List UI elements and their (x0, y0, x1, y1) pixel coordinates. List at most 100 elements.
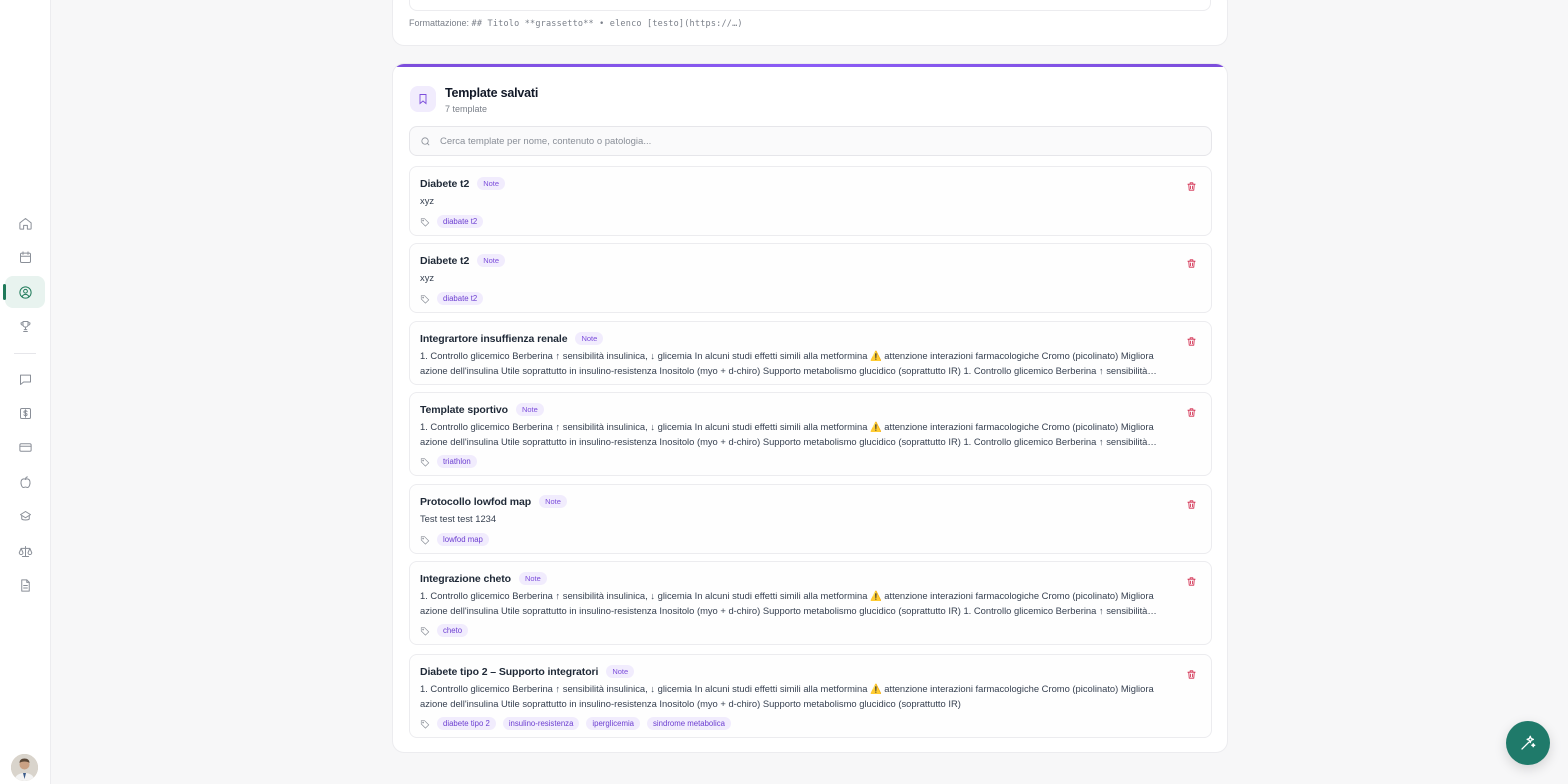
template-title: Integrartore insuffienza renale (420, 332, 568, 345)
sidebar-item-documents[interactable] (5, 569, 45, 601)
delete-template-button[interactable] (1184, 497, 1198, 511)
template-tag[interactable]: cheto (437, 624, 469, 637)
ai-assistant-button[interactable] (1506, 721, 1550, 765)
tag-icon (420, 294, 430, 304)
trash-icon (1186, 576, 1196, 586)
template-title-row: Template sportivo Note (420, 403, 544, 416)
sidebar-item-nutrition[interactable] (5, 466, 45, 498)
trash-icon (1186, 181, 1196, 191)
formatting-syntax: ## Titolo **grassetto** • elenco [testo]… (471, 19, 743, 29)
search-icon (421, 136, 430, 145)
template-content: 1. Controllo glicemico Berberina ↑ sensi… (420, 683, 1154, 709)
template-tag[interactable]: diabate t2 (437, 215, 484, 228)
home-icon (18, 217, 32, 230)
template-item[interactable]: Diabete t2 Note xyz diabate t2 (409, 166, 1212, 236)
tag-icon (420, 719, 430, 729)
sidebar-item-patients[interactable] (3, 276, 45, 308)
template-title-row: Diabete t2 Note (420, 177, 506, 190)
chat-icon (19, 374, 31, 385)
section-title: Template salvati (445, 86, 539, 100)
trash-icon (1186, 499, 1196, 509)
template-tag[interactable]: triathlon (437, 455, 477, 468)
template-item[interactable]: Integrazione cheto Note 1. Controllo glice… (409, 561, 1212, 645)
delete-template-button[interactable] (1184, 574, 1198, 588)
delete-template-button[interactable] (1184, 256, 1198, 270)
template-title-row: Protocollo lowfod map Note (420, 495, 567, 508)
avatar[interactable] (11, 754, 38, 781)
template-tag[interactable]: lowfod map (437, 533, 489, 546)
search-input[interactable] (440, 135, 1200, 147)
sidebar-item-calendar[interactable] (5, 241, 45, 273)
calendar-icon (19, 250, 31, 263)
saved-templates-card: Template salvati 7 template Diabete t2 No… (392, 63, 1228, 753)
delete-template-button[interactable] (1184, 179, 1198, 193)
template-title: Protocollo lowfod map (420, 495, 532, 508)
template-tags: cheto (420, 624, 475, 637)
document-icon (20, 578, 30, 592)
template-title: Diabete t2 (420, 254, 470, 267)
template-content: xyz (420, 272, 435, 283)
sidebar-item-achievements[interactable] (5, 310, 45, 342)
template-title: Diabete t2 (420, 177, 470, 190)
template-title: Template sportivo (420, 403, 508, 416)
template-search (409, 126, 1212, 156)
template-title-row: Integrazione cheto Note (420, 572, 547, 585)
credit-card-icon (18, 442, 32, 452)
template-title-row: Diabete tipo 2 – Supporto integratori Not… (420, 665, 635, 678)
template-content: 1. Controllo glicemico Berberina ↑ sensi… (420, 421, 1154, 447)
apple-icon (19, 475, 31, 488)
template-tag[interactable]: insulino-resistenza (502, 717, 580, 730)
graduation-icon (19, 510, 31, 520)
scale-icon (18, 545, 32, 557)
template-type-badge: Note (477, 254, 506, 267)
sidebar-item-messages[interactable] (5, 363, 45, 395)
sidebar (0, 0, 51, 784)
delete-template-button[interactable] (1184, 667, 1198, 681)
editor-textarea[interactable] (409, 0, 1211, 11)
trophy-icon (20, 320, 30, 332)
template-type-badge: Note (575, 332, 604, 345)
tag-icon (420, 535, 430, 545)
template-tags: lowfod map (420, 533, 496, 546)
template-type-badge: Note (606, 665, 635, 678)
template-type-badge: Note (518, 572, 547, 585)
template-content: xyz (420, 195, 435, 206)
template-tags: diabete tipo 2 insulino-resistenza ipergli… (420, 717, 738, 730)
template-content: 1. Controllo glicemico Berberina ↑ sensi… (420, 590, 1154, 616)
sparkle-wand-icon (1521, 735, 1536, 750)
template-item[interactable]: Template sportivo Note 1. Controllo glicem… (409, 392, 1212, 476)
formatting-label: Formattazione: (409, 18, 470, 28)
dollar-icon (19, 407, 31, 419)
tag-icon (420, 457, 430, 467)
template-title: Integrazione cheto (420, 572, 511, 585)
delete-template-button[interactable] (1184, 405, 1198, 419)
user-avatar-icon (11, 754, 38, 781)
template-type-badge: Note (539, 495, 567, 508)
template-item[interactable]: Diabete tipo 2 – Supporto integratori Not… (409, 654, 1212, 738)
trash-icon (1186, 407, 1196, 417)
sidebar-item-home[interactable] (5, 207, 45, 239)
template-item[interactable]: Protocollo lowfod map Note Test test test … (409, 484, 1212, 554)
sidebar-item-legal[interactable] (5, 535, 45, 567)
template-type-badge: Note (477, 177, 506, 190)
template-type-badge: Note (515, 403, 544, 416)
template-tag[interactable]: diabete tipo 2 (437, 717, 496, 730)
template-tag[interactable]: diabate t2 (437, 292, 484, 305)
template-tags: diabate t2 (420, 215, 490, 228)
trash-icon (1186, 669, 1196, 679)
template-count: 7 template (445, 104, 488, 114)
delete-template-button[interactable] (1184, 334, 1198, 348)
template-content: Test test test 1234 (420, 513, 497, 524)
tag-icon (420, 626, 430, 636)
template-tag[interactable]: sindrome metabolica (647, 717, 731, 730)
template-title-row: Diabete t2 Note (420, 254, 506, 267)
trash-icon (1186, 258, 1196, 268)
sidebar-item-payments[interactable] (5, 397, 45, 429)
sidebar-divider (14, 353, 36, 354)
template-item[interactable]: Diabete t2 Note xyz diabate t2 (409, 243, 1212, 313)
sidebar-item-education[interactable] (5, 500, 45, 532)
sidebar-item-billing[interactable] (5, 431, 45, 463)
template-tag[interactable]: iperglicemia (586, 717, 641, 730)
template-tags: triathlon (420, 455, 484, 468)
template-item[interactable]: Integrartore insuffienza renale Note 1. Co… (409, 321, 1212, 385)
